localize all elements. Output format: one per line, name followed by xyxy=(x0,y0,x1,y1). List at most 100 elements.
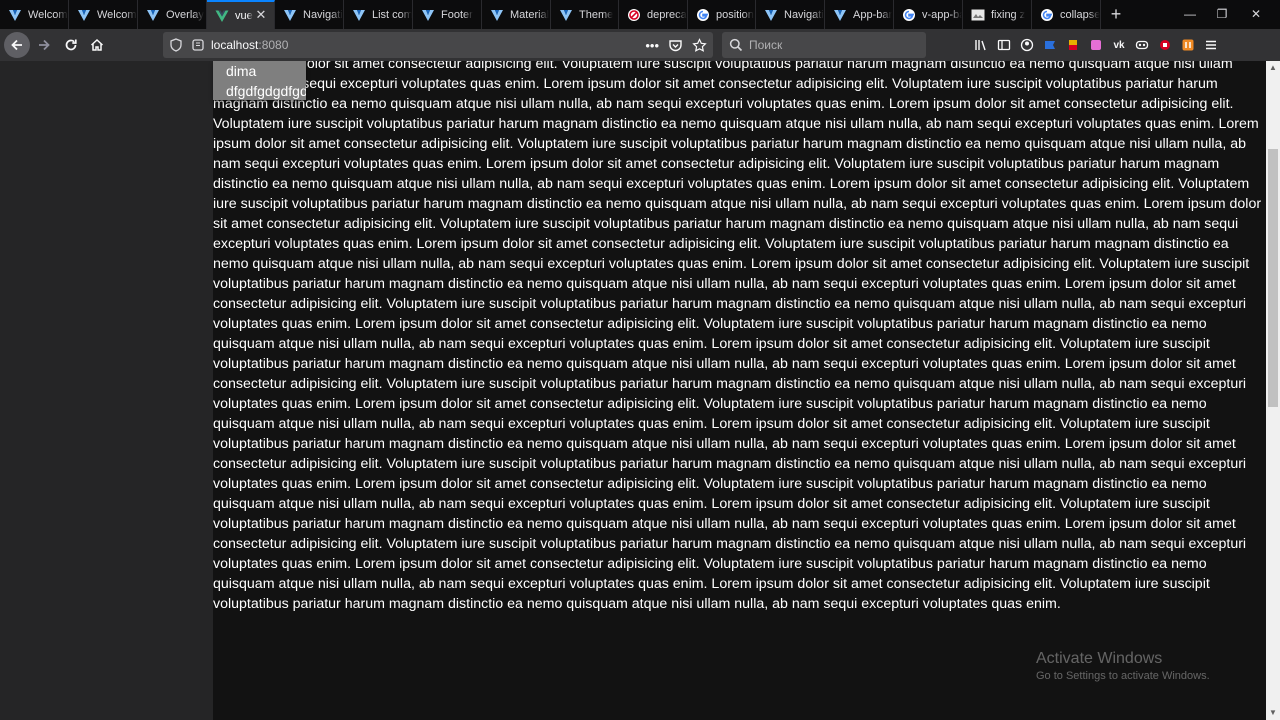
watermark-subtitle: Go to Settings to activate Windows. xyxy=(1036,670,1210,682)
tab-strip: WelcomeWelcomeOverlayvue✕NavigationList … xyxy=(0,0,1280,29)
scrollbar-thumb[interactable] xyxy=(1268,149,1278,407)
tab-8[interactable]: Material xyxy=(482,0,551,29)
tab-3[interactable]: Overlay xyxy=(138,0,207,29)
url-host: localhost xyxy=(211,38,259,52)
menu-item-dfgdfgdgdfgdfg[interactable]: dfgdfgdgdfgdfg xyxy=(213,81,306,100)
navigation-toolbar: localhost:8080 ••• vk xyxy=(0,29,1280,61)
extension-vk-icon[interactable]: vk xyxy=(1108,29,1130,61)
tab-title: Navigation xyxy=(784,8,824,21)
reload-button[interactable] xyxy=(58,32,84,58)
toolbar-extensions: vk xyxy=(970,29,1223,61)
tab-title: Footer xyxy=(441,8,473,21)
vuetify-icon xyxy=(146,8,160,22)
menu-item-dima[interactable]: dima xyxy=(213,61,306,81)
tab-5[interactable]: Navigation xyxy=(275,0,344,29)
tab-9[interactable]: Theme xyxy=(551,0,619,29)
tab-title: v-app-bar xyxy=(922,8,962,21)
tab-15[interactable]: fixing z xyxy=(963,0,1032,29)
scroll-up-arrow-icon[interactable]: ▲ xyxy=(1266,61,1280,75)
tab-list: WelcomeWelcomeOverlayvue✕NavigationList … xyxy=(0,0,1101,29)
extension-flag-red-yellow-icon[interactable] xyxy=(1062,29,1084,61)
vue-icon xyxy=(215,9,229,23)
tab-14[interactable]: v-app-bar xyxy=(894,0,963,29)
blocked-icon xyxy=(627,8,641,22)
page-actions-icon[interactable]: ••• xyxy=(645,38,659,53)
close-tab-icon[interactable]: ✕ xyxy=(254,8,268,22)
tab-6[interactable]: List component xyxy=(344,0,413,29)
page-info-icon[interactable] xyxy=(191,38,205,52)
back-button[interactable] xyxy=(4,32,30,58)
google-icon xyxy=(902,8,916,22)
google-icon xyxy=(1040,8,1054,22)
back-arrow-icon xyxy=(11,39,22,51)
tab-title: Welcome xyxy=(97,8,137,21)
tab-title: collapse xyxy=(1060,8,1100,21)
extension-red-dot-icon[interactable] xyxy=(1154,29,1176,61)
tab-title: Welcome xyxy=(28,8,68,21)
search-input[interactable] xyxy=(749,38,909,52)
vuetify-icon xyxy=(352,8,366,22)
tab-title: Overlay xyxy=(166,8,204,21)
tab-1[interactable]: Welcome xyxy=(0,0,69,29)
tab-7[interactable]: Footer xyxy=(413,0,482,29)
reload-icon xyxy=(65,39,77,51)
image-icon xyxy=(971,8,985,22)
tab-title: Material xyxy=(510,8,550,21)
home-button[interactable] xyxy=(84,32,110,58)
vuetify-icon xyxy=(490,8,504,22)
main-content: Lorem ipsum dolor sit amet consectetur a… xyxy=(213,61,1266,720)
search-bar[interactable] xyxy=(722,32,926,58)
tab-title: position xyxy=(716,8,754,21)
library-icon[interactable] xyxy=(970,29,992,61)
account-icon[interactable] xyxy=(1016,29,1038,61)
tab-10[interactable]: deprecated xyxy=(619,0,688,29)
tracking-shield-icon[interactable] xyxy=(169,38,183,52)
navigation-drawer xyxy=(0,61,213,720)
vuetify-icon xyxy=(833,8,847,22)
tab-4[interactable]: vue ✕ xyxy=(207,0,275,29)
dropdown-menu: dima dfgdfgdgdfgdfg xyxy=(213,61,306,100)
tab-title: fixing z xyxy=(991,8,1026,21)
tab-title: Navigation xyxy=(303,8,343,21)
forward-arrow-icon xyxy=(39,39,50,51)
extension-flag-blue-icon[interactable] xyxy=(1039,29,1061,61)
vuetify-icon xyxy=(559,8,573,22)
forward-button[interactable] xyxy=(31,32,57,58)
home-icon xyxy=(90,38,104,51)
lorem-paragraph: Lorem ipsum dolor sit amet consectetur a… xyxy=(213,61,1262,612)
tab-title: App-bar xyxy=(853,8,893,21)
tab-title: Theme xyxy=(579,8,614,21)
extension-mask-icon[interactable] xyxy=(1131,29,1153,61)
pocket-icon[interactable] xyxy=(668,38,683,53)
extension-gradient-icon[interactable] xyxy=(1085,29,1107,61)
minimize-icon[interactable]: — xyxy=(1174,0,1206,29)
search-icon xyxy=(729,38,743,52)
vuetify-icon xyxy=(77,8,91,22)
url-port: :8080 xyxy=(258,38,289,52)
tab-2[interactable]: Welcome xyxy=(69,0,138,29)
tab-11[interactable]: position xyxy=(688,0,756,29)
new-tab-button[interactable]: + xyxy=(1101,0,1131,29)
vuetify-icon xyxy=(8,8,22,22)
tab-13[interactable]: App-bar xyxy=(825,0,894,29)
url-bar[interactable]: localhost:8080 ••• xyxy=(163,32,713,58)
activate-windows-watermark: Activate Windows Go to Settings to activ… xyxy=(1036,650,1210,682)
bookmark-star-icon[interactable] xyxy=(692,37,707,53)
vertical-scrollbar[interactable]: ▲ ▼ xyxy=(1266,61,1280,720)
tab-16[interactable]: collapse xyxy=(1032,0,1101,29)
extension-orange-icon[interactable] xyxy=(1177,29,1199,61)
watermark-title: Activate Windows xyxy=(1036,650,1163,667)
page-viewport: Lorem ipsum dolor sit amet consectetur a… xyxy=(0,61,1280,720)
vuetify-icon xyxy=(421,8,435,22)
sidebar-toggle-icon[interactable] xyxy=(993,29,1015,61)
close-window-icon[interactable]: ✕ xyxy=(1240,0,1272,29)
tab-title: vue xyxy=(235,9,253,22)
vuetify-icon xyxy=(283,8,297,22)
google-icon xyxy=(696,8,710,22)
scroll-down-arrow-icon[interactable]: ▼ xyxy=(1266,706,1280,720)
lorem-text-block: Lorem ipsum dolor sit amet consectetur a… xyxy=(213,61,1266,614)
restore-icon[interactable]: ❐ xyxy=(1206,0,1238,29)
tab-12[interactable]: Navigation xyxy=(756,0,825,29)
app-menu-icon[interactable] xyxy=(1200,29,1222,61)
tab-title: deprecated xyxy=(647,8,687,21)
